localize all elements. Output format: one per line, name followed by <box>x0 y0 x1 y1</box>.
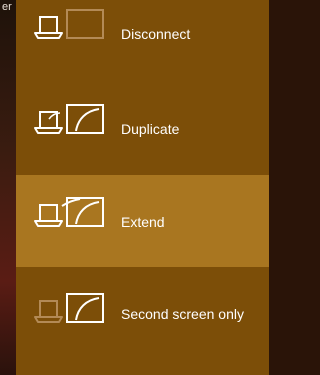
option-disconnect[interactable]: Disconnect <box>16 0 269 82</box>
duplicate-icon <box>34 104 104 134</box>
desktop-backdrop: er <box>0 0 16 375</box>
option-label-disconnect: Disconnect <box>121 26 191 42</box>
option-label-duplicate: Duplicate <box>121 121 180 137</box>
extend-icon <box>34 197 104 227</box>
disconnect-icon <box>34 9 104 39</box>
option-label-extend: Extend <box>121 214 165 230</box>
backdrop-text: er <box>2 1 12 13</box>
second-screen-only-icon <box>34 293 104 323</box>
option-second-screen-only[interactable]: Second screen only <box>16 267 269 359</box>
project-panel: Disconnect Duplicate Extend Second scree… <box>16 0 269 375</box>
option-duplicate[interactable]: Duplicate <box>16 82 269 174</box>
option-label-second-screen-only: Second screen only <box>121 306 244 322</box>
option-extend[interactable]: Extend <box>16 175 269 267</box>
